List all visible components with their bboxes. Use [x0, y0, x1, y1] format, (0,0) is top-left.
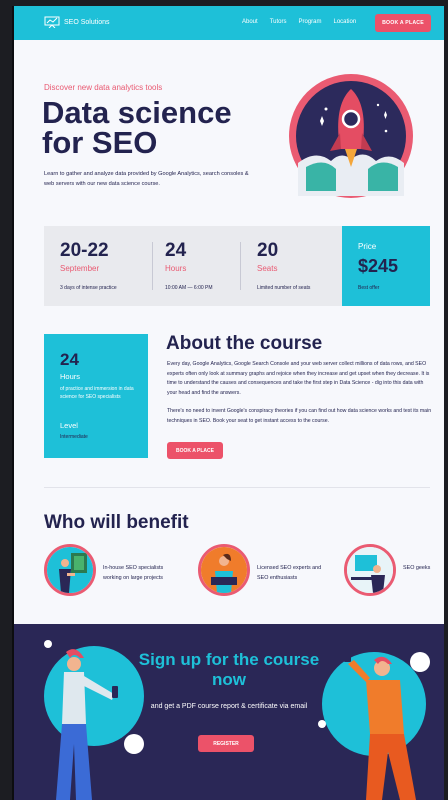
signup-description: and get a PDF course report & certificat…: [150, 703, 308, 710]
nav-links: About Tutors Program Location: [242, 19, 368, 25]
price-note: Best offer: [358, 285, 380, 291]
stat-hours-unit: Hours: [165, 264, 187, 273]
signup-title: Sign up for the course now: [138, 650, 320, 689]
about-card-value: 24: [60, 350, 79, 369]
about-title: About the course: [166, 333, 323, 354]
stat-dates-value: 20-22: [60, 240, 109, 261]
signup-left-illustration: [44, 640, 144, 800]
stat-dates-unit: September: [60, 264, 100, 273]
price-value: $245: [358, 256, 399, 276]
about-paragraph: Every day, Google Analytics, Google Sear…: [167, 361, 430, 396]
nav-link-tutors[interactable]: Tutors: [270, 19, 287, 25]
stat-dates-note: 3 days of intense practice: [60, 285, 117, 291]
benefit-label: SEO geeks: [403, 565, 431, 571]
price-card: Price $245 Best offer: [342, 226, 430, 306]
seo-geek-illustration: [344, 544, 396, 596]
stat-seats-unit: Seats: [257, 264, 278, 273]
nav-link-location[interactable]: Location: [333, 19, 356, 25]
hero-eyebrow: Discover new data analytics tools: [44, 83, 163, 92]
stat-hours-note: 10:00 AM — 6:00 PM: [165, 285, 213, 291]
rocket-illustration: [289, 74, 413, 198]
nav-link-program[interactable]: Program: [298, 19, 321, 25]
nav-link-about[interactable]: About: [242, 19, 258, 25]
benefit-title: Who will benefit: [44, 512, 189, 533]
about-paragraph: There's no need to invent Google's consp…: [167, 408, 432, 424]
about-book-button[interactable]: BOOK A PLACE: [167, 442, 223, 459]
nav-book-button[interactable]: BOOK A PLACE: [375, 14, 431, 32]
licensed-expert-illustration: [198, 544, 250, 596]
benefit-label: Licensed SEO experts and SEO enthusiasts: [257, 565, 322, 581]
signup-section: Sign up for the course now and get a PDF…: [14, 624, 444, 800]
register-button[interactable]: REGISTER: [198, 735, 254, 752]
landing-page: SEO Solutions About Tutors Program Locat…: [14, 6, 444, 800]
stat-divider: [240, 242, 241, 290]
stat-hours-value: 24: [165, 240, 187, 261]
price-label: Price: [358, 242, 377, 251]
stat-divider: [152, 242, 153, 290]
signup-right-illustration: [318, 650, 430, 800]
course-stats: 20-22 September 3 days of intense practi…: [44, 226, 342, 306]
about-highlight-card: 24 Hours of practice and immersion in da…: [44, 334, 148, 458]
about-card-unit: Hours: [60, 372, 81, 381]
section-divider: [44, 487, 430, 488]
presentation-chart-icon: [44, 16, 60, 28]
logo-text: SEO Solutions: [64, 18, 110, 26]
stat-seats-note: Limited number of seats: [257, 285, 311, 291]
top-nav: SEO Solutions About Tutors Program Locat…: [14, 6, 444, 40]
logo[interactable]: SEO Solutions: [44, 16, 110, 28]
benefit-label: In-house SEO specialists working on larg…: [103, 565, 164, 581]
inhouse-specialist-illustration: [44, 544, 96, 596]
hero-description: Learn to gather and analyze data provide…: [44, 171, 249, 187]
stat-seats-value: 20: [257, 240, 279, 261]
about-card-description: of practice and immersion in data scienc…: [60, 386, 134, 400]
about-card-level-value: Intermediate: [60, 434, 88, 440]
about-card-level-label: Level: [60, 421, 78, 430]
hero-title: Data science for SEO: [42, 95, 232, 160]
